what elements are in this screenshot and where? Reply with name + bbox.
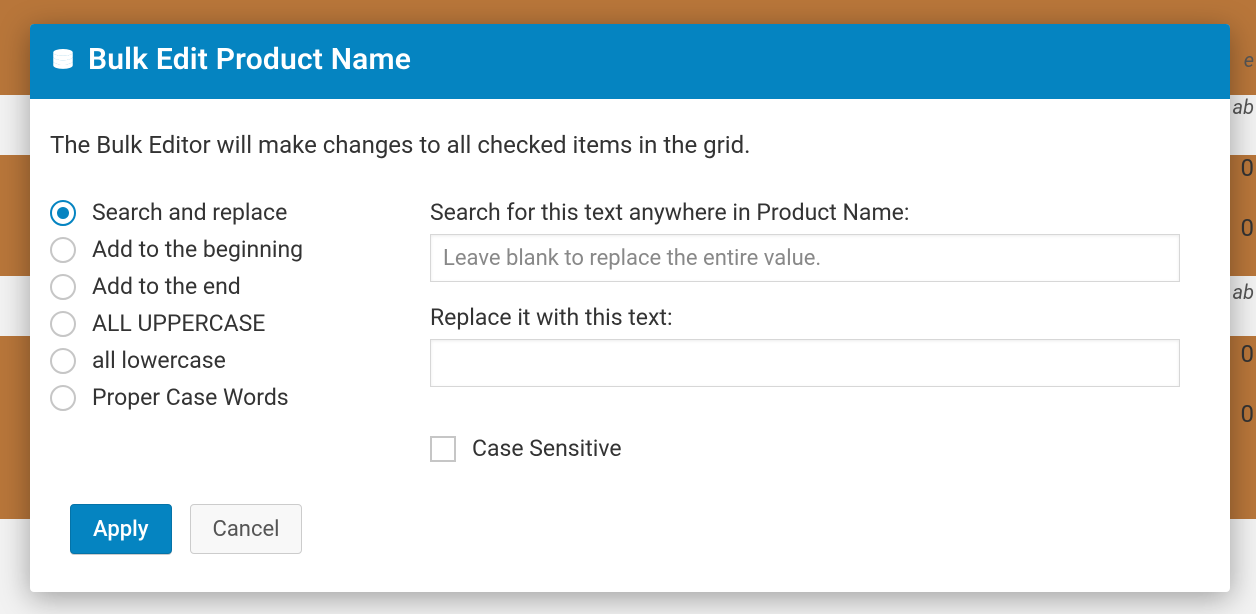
replace-text-input[interactable]: [430, 339, 1180, 387]
bg-zero-value: 0: [1241, 214, 1255, 242]
apply-button[interactable]: Apply: [70, 504, 172, 554]
radio-uppercase[interactable]: ALL UPPERCASE: [50, 310, 390, 337]
bg-zero-value: 0: [1241, 154, 1255, 182]
bg-truncated-text: ab: [1233, 280, 1254, 304]
search-text-input[interactable]: [430, 234, 1180, 282]
radio-input[interactable]: [50, 274, 76, 300]
case-sensitive-checkbox[interactable]: [430, 436, 456, 462]
radio-add-end[interactable]: Add to the end: [50, 273, 390, 300]
radio-input[interactable]: [50, 348, 76, 374]
radio-label[interactable]: ALL UPPERCASE: [92, 310, 265, 337]
database-icon: [50, 47, 76, 73]
search-field-label: Search for this text anywhere in Product…: [430, 199, 1180, 226]
radio-label[interactable]: Proper Case Words: [92, 384, 289, 411]
radio-input[interactable]: [50, 200, 76, 226]
modal-intro-text: The Bulk Editor will make changes to all…: [50, 131, 1210, 159]
radio-propercase[interactable]: Proper Case Words: [50, 384, 390, 411]
radio-input[interactable]: [50, 385, 76, 411]
bg-zero-value: 0: [1241, 340, 1255, 368]
radio-label[interactable]: all lowercase: [92, 347, 226, 374]
radio-input[interactable]: [50, 237, 76, 263]
operation-radio-group: Search and replace Add to the beginning …: [50, 199, 390, 462]
radio-label[interactable]: Search and replace: [92, 199, 287, 226]
replace-field-label: Replace it with this text:: [430, 304, 1180, 331]
radio-add-beginning[interactable]: Add to the beginning: [50, 236, 390, 263]
bg-zero-value: 0: [1241, 400, 1255, 428]
bg-truncated-text: e: [1244, 48, 1254, 72]
modal-body: The Bulk Editor will make changes to all…: [30, 99, 1230, 574]
modal-title: Bulk Edit Product Name: [88, 42, 411, 77]
radio-search-replace[interactable]: Search and replace: [50, 199, 390, 226]
modal-header: Bulk Edit Product Name: [30, 24, 1230, 99]
case-sensitive-label[interactable]: Case Sensitive: [472, 435, 622, 462]
case-sensitive-row[interactable]: Case Sensitive: [430, 435, 1180, 462]
radio-label[interactable]: Add to the end: [92, 273, 241, 300]
bulk-edit-modal: Bulk Edit Product Name The Bulk Editor w…: [30, 24, 1230, 592]
bg-truncated-text: ab: [1233, 95, 1254, 119]
cancel-button[interactable]: Cancel: [190, 504, 303, 554]
modal-buttons: Apply Cancel: [50, 504, 1210, 554]
radio-lowercase[interactable]: all lowercase: [50, 347, 390, 374]
search-field-group: Search for this text anywhere in Product…: [430, 199, 1180, 282]
radio-input[interactable]: [50, 311, 76, 337]
replace-field-group: Replace it with this text:: [430, 304, 1180, 387]
radio-label[interactable]: Add to the beginning: [92, 236, 303, 263]
